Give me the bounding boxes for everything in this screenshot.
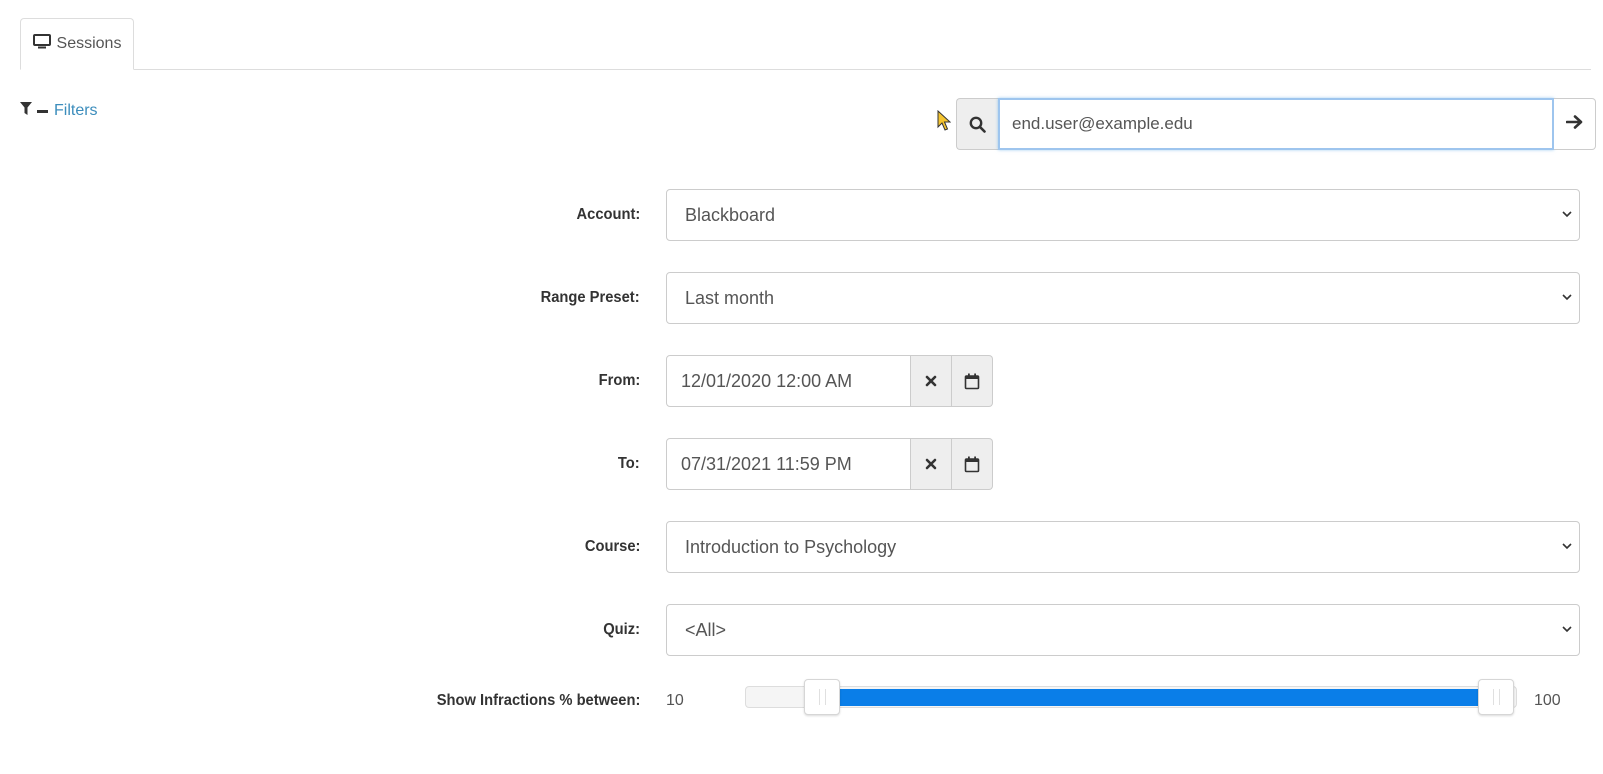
infractions-min-value: 10 [666,692,684,709]
calendar-icon [964,456,980,472]
to-date-input[interactable]: 07/31/2021 11:59 PM [666,438,911,490]
account-row: Account: Blackboard [0,189,1603,241]
chevron-down-icon [1562,211,1572,218]
tab-bar: Sessions [20,18,1591,70]
to-date-group: 07/31/2021 11:59 PM [666,438,993,490]
search-submit-button[interactable] [1554,98,1596,150]
range-preset-label: Range Preset: [541,289,640,306]
tab-sessions[interactable]: Sessions [20,18,134,70]
infractions-label: Show Infractions % between: [436,692,640,709]
range-preset-row: Range Preset: Last month [0,272,1603,324]
search-icon [956,98,998,150]
arrow-right-icon [1565,114,1584,135]
infractions-max-value: 100 [1534,692,1561,709]
range-preset-value: Last month [685,288,775,308]
course-label: Course: [584,538,640,555]
quiz-value: <All> [685,620,727,640]
collapse-dash-icon [37,109,48,113]
course-select[interactable]: Introduction to Psychology [666,521,1580,573]
chevron-down-icon [1562,294,1572,301]
close-icon [925,375,937,387]
quiz-row: Quiz: <All> [0,604,1603,656]
account-select[interactable]: Blackboard [666,189,1580,241]
account-label: Account: [576,206,640,223]
search-group [956,98,1596,150]
course-value: Introduction to Psychology [685,537,897,557]
course-row: Course: Introduction to Psychology [0,521,1603,573]
range-preset-select[interactable]: Last month [666,272,1580,324]
from-date-input[interactable]: 12/01/2020 12:00 AM [666,355,911,407]
quiz-select[interactable]: <All> [666,604,1580,656]
search-input[interactable] [998,98,1554,150]
to-calendar-button[interactable] [952,438,993,490]
slider-high-handle[interactable] [1478,679,1514,715]
from-row: From: 12/01/2020 12:00 AM [0,355,1603,407]
slider-low-handle[interactable] [804,679,840,715]
to-clear-button[interactable] [911,438,952,490]
infractions-range-slider[interactable] [745,679,1517,715]
slider-selection [838,689,1480,706]
chevron-down-icon [1562,626,1572,633]
tab-sessions-label: Sessions [56,35,122,52]
chevron-down-icon [1562,543,1572,550]
from-label: From: [598,372,640,389]
to-label: To: [618,455,640,472]
monitor-icon [32,34,51,54]
mouse-pointer-icon [937,109,952,137]
filters-toggle[interactable]: Filters [20,102,98,120]
from-clear-button[interactable] [911,355,952,407]
account-value: Blackboard [685,205,776,225]
from-date-group: 12/01/2020 12:00 AM [666,355,993,407]
to-row: To: 07/31/2021 11:59 PM [0,438,1603,490]
from-calendar-button[interactable] [952,355,993,407]
quiz-label: Quiz: [603,621,640,638]
infractions-row: Show Infractions % between: 10 100 [0,679,1603,716]
filters-link[interactable]: Filters [54,102,98,120]
filter-icon [20,102,32,120]
close-icon [925,458,937,470]
calendar-icon [964,373,980,389]
